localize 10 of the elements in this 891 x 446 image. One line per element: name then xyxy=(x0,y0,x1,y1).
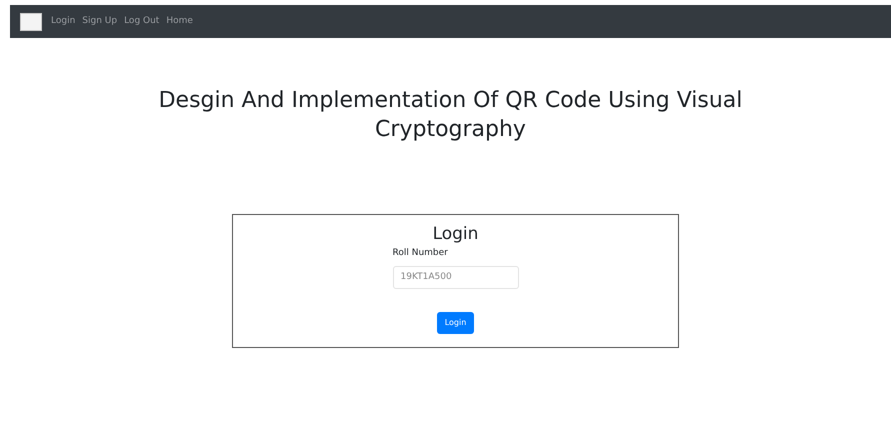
login-button[interactable]: Login xyxy=(436,312,474,334)
nav-link[interactable]: Log Out xyxy=(124,14,160,28)
nav-link[interactable]: Home xyxy=(166,14,193,28)
logo-image[interactable] xyxy=(20,12,42,30)
nav-link[interactable]: Login xyxy=(51,14,76,28)
nav-link[interactable]: Sign Up xyxy=(82,14,118,28)
page-heading: Desgin And Implementation Of QR Code Using Visual Cryptography xyxy=(158,87,744,144)
field-label: Roll Number xyxy=(392,247,449,260)
form-title: Login xyxy=(432,223,478,245)
roll-number-field[interactable]: 19KT1A500 xyxy=(392,266,518,288)
